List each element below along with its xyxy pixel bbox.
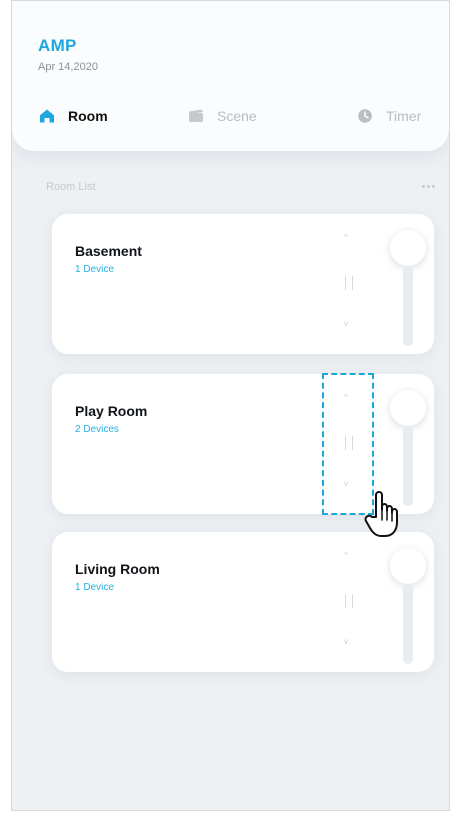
more-dot: [421, 184, 425, 188]
room-card-basement[interactable]: Basement 1 Device ^ v: [52, 214, 434, 354]
room-name: Play Room: [75, 403, 148, 419]
clock-icon: [356, 107, 374, 125]
room-list-title: Room List: [46, 181, 96, 193]
app-title: AMP: [38, 36, 77, 55]
tab-room[interactable]: Room: [38, 103, 108, 129]
dimmer-knob[interactable]: [390, 390, 426, 426]
dimmer-track[interactable]: [403, 584, 413, 664]
dimmer-slider[interactable]: [388, 390, 428, 506]
more-icon[interactable]: [418, 179, 438, 193]
home-icon: [38, 107, 56, 125]
device-count: 1 Device: [75, 264, 114, 275]
tab-scene-label: Scene: [217, 108, 257, 124]
dimmer-track[interactable]: [403, 426, 413, 506]
room-mini-controls[interactable]: ^ v: [342, 228, 356, 338]
more-dot: [426, 184, 430, 188]
dimmer-slider[interactable]: [388, 230, 428, 346]
more-dot: [431, 184, 435, 188]
pause-icon: [345, 276, 353, 290]
dimmer-knob[interactable]: [390, 230, 426, 266]
pause-icon: [345, 594, 353, 608]
tab-bar: Room Scene Timer: [38, 103, 446, 129]
hand-pointer-icon: [363, 486, 403, 540]
dimmer-slider[interactable]: [388, 548, 428, 664]
tab-timer-label: Timer: [386, 108, 422, 124]
tab-scene[interactable]: Scene: [187, 103, 257, 129]
chevron-down-icon: v: [344, 637, 348, 646]
scene-icon: [187, 107, 205, 125]
dimmer-knob[interactable]: [390, 548, 426, 584]
chevron-up-icon: ^: [344, 551, 348, 560]
chevron-down-icon: v: [344, 319, 348, 328]
device-count: 1 Device: [75, 582, 114, 593]
app-screen: AMP Apr 14,2020 Room Scene Timer Room Li…: [11, 0, 450, 811]
dimmer-track[interactable]: [403, 266, 413, 346]
app-date: Apr 14,2020: [38, 61, 98, 73]
room-name: Living Room: [75, 561, 160, 577]
tab-room-label: Room: [68, 108, 108, 124]
room-name: Basement: [75, 243, 142, 259]
room-mini-controls[interactable]: ^ v: [342, 546, 356, 656]
tab-timer[interactable]: Timer: [356, 103, 421, 129]
device-count: 2 Devices: [75, 424, 119, 435]
room-card-living-room[interactable]: Living Room 1 Device ^ v: [52, 532, 434, 672]
header: AMP Apr 14,2020 Room Scene Timer: [12, 1, 449, 151]
chevron-up-icon: ^: [344, 233, 348, 242]
